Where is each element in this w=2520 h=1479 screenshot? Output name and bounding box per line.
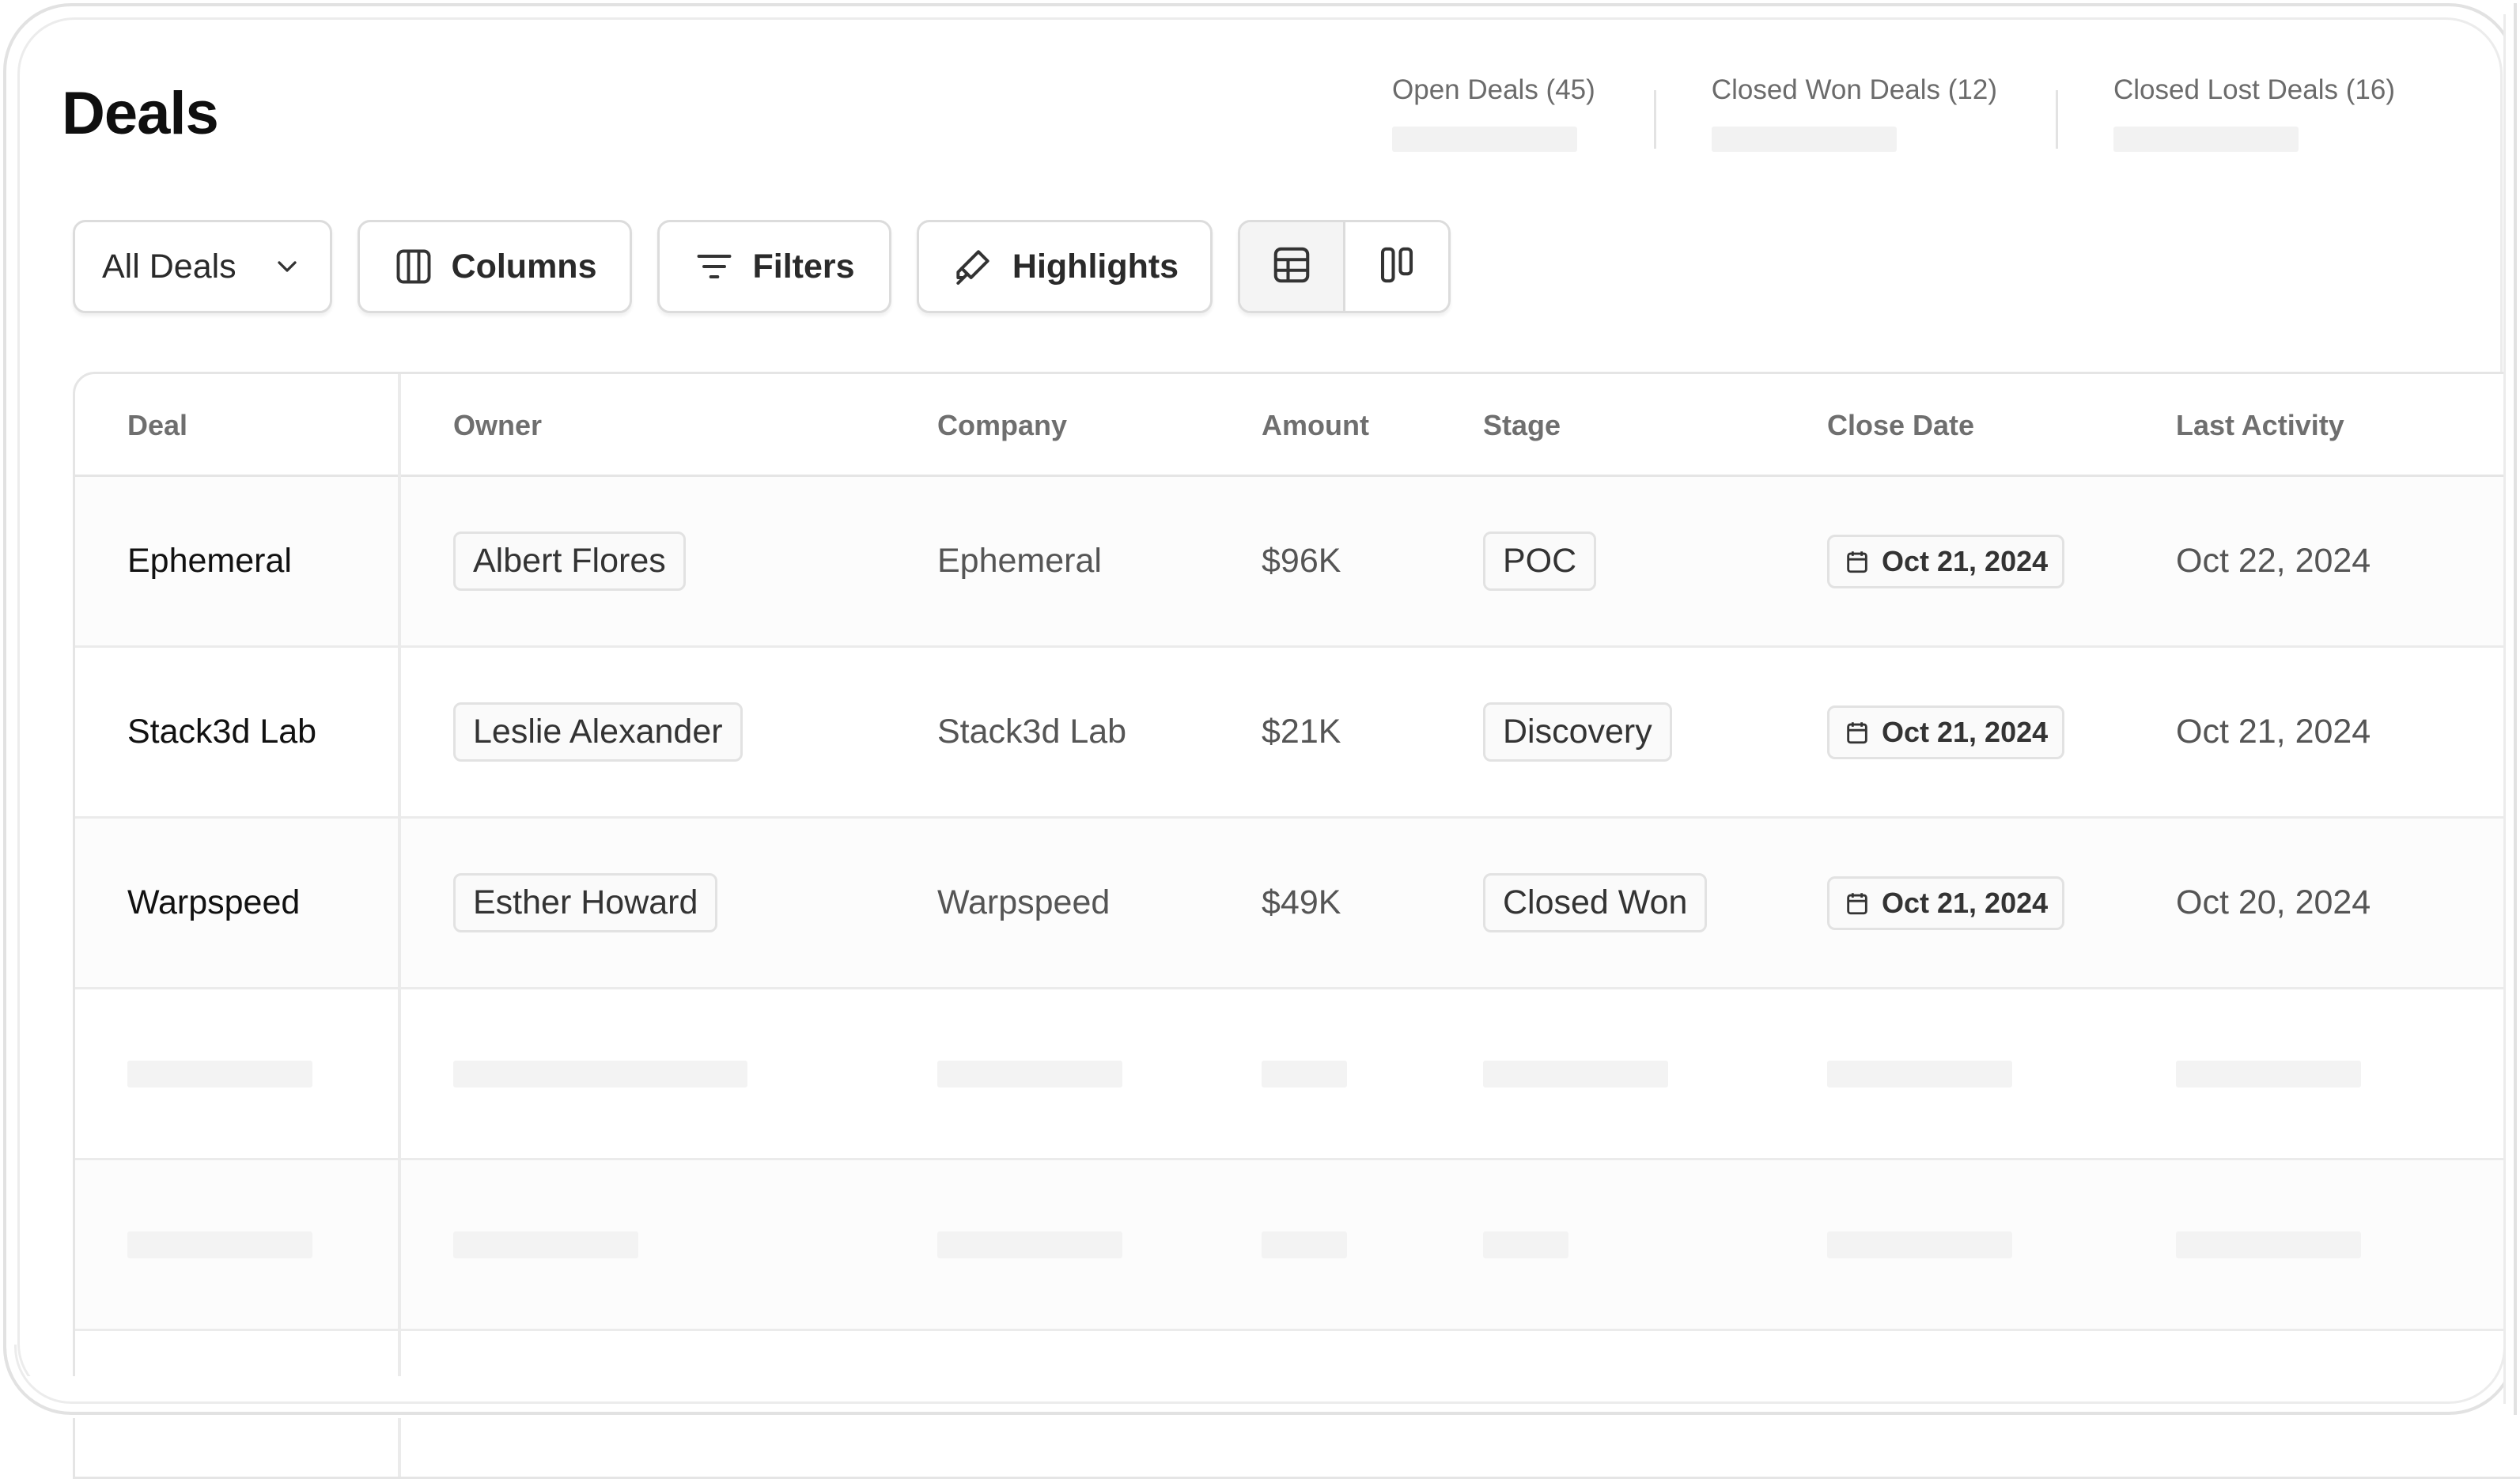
calendar-icon [1847, 721, 1867, 743]
filters-button[interactable]: Filters [657, 220, 891, 313]
skeleton-bar [937, 1060, 1122, 1088]
stat-value-skeleton [2113, 127, 2299, 152]
skeleton-bar [937, 1231, 1122, 1258]
stage-badge[interactable]: Discovery [1483, 702, 1672, 762]
stat-closed-won-deals: Closed Won Deals (12) [1711, 74, 1997, 152]
skeleton-bar [2176, 1231, 2361, 1258]
stage-badge[interactable]: POC [1483, 531, 1597, 591]
bottom-edge-mask [0, 1376, 2520, 1418]
deal-column-divider [398, 374, 401, 1477]
column-header-last-activity[interactable]: Last Activity [2176, 374, 2344, 477]
skeleton-row [75, 1160, 2520, 1331]
calendar-icon [1847, 892, 1867, 914]
stat-divider [2055, 90, 2058, 149]
deal-name[interactable]: Warpspeed [127, 819, 300, 987]
close-date-chip[interactable]: Oct 21, 2024 [1827, 705, 2065, 759]
view-select-dropdown[interactable]: All Deals [73, 220, 332, 313]
highlighter-icon [951, 244, 995, 289]
highlights-button[interactable]: Highlights [917, 220, 1213, 313]
stat-label: Closed Won Deals (12) [1711, 74, 1997, 105]
skeleton-bar [453, 1231, 638, 1258]
stat-value-skeleton [1711, 127, 1897, 152]
column-header-close-date[interactable]: Close Date [1827, 374, 1974, 477]
column-header-stage[interactable]: Stage [1483, 374, 1561, 477]
stat-closed-lost-deals: Closed Lost Deals (16) [2113, 74, 2395, 152]
column-header-owner[interactable]: Owner [453, 374, 542, 477]
skeleton-bar [1483, 1231, 1568, 1258]
skeleton-bar [1827, 1060, 2012, 1088]
skeleton-bar [1262, 1231, 1347, 1258]
stat-value-skeleton [1392, 127, 1577, 152]
skeleton-bar [1483, 1060, 1668, 1088]
last-activity-date: Oct 21, 2024 [2176, 713, 2371, 751]
table-row[interactable]: Warpspeed Esther Howard Warpspeed $49K C… [75, 819, 2520, 989]
skeleton-bar [1262, 1060, 1347, 1088]
columns-icon [393, 246, 434, 287]
column-header-amount[interactable]: Amount [1262, 374, 1369, 477]
stat-label: Open Deals (45) [1392, 74, 1595, 105]
table-row[interactable]: Stack3d Lab Leslie Alexander Stack3d Lab… [75, 648, 2520, 819]
owner-chip[interactable]: Esther Howard [453, 873, 718, 932]
stat-divider [1653, 90, 1656, 149]
last-activity-date: Oct 22, 2024 [2176, 542, 2371, 580]
filter-icon [694, 246, 735, 287]
skeleton-bar [2176, 1060, 2361, 1088]
skeleton-bar [1827, 1231, 2012, 1258]
close-date-chip[interactable]: Oct 21, 2024 [1827, 876, 2065, 930]
highlights-label: Highlights [1012, 247, 1179, 286]
toolbar: All Deals Columns Filters Highlights [73, 220, 1451, 313]
stage-badge[interactable]: Closed Won [1483, 873, 1708, 932]
last-activity-date: Oct 20, 2024 [2176, 883, 2371, 921]
company-name: Warpspeed [937, 883, 1111, 921]
right-edge-mask [2506, 0, 2520, 1418]
table-view-button[interactable] [1240, 222, 1343, 311]
kanban-view-icon [1375, 244, 1418, 290]
deal-name[interactable]: Stack3d Lab [127, 648, 316, 816]
column-header-deal[interactable]: Deal [127, 374, 187, 477]
column-header-company[interactable]: Company [937, 374, 1067, 477]
owner-chip[interactable]: Albert Flores [453, 531, 686, 591]
skeleton-bar [127, 1060, 312, 1088]
view-mode-toggle [1238, 220, 1451, 313]
close-date-text: Oct 21, 2024 [1882, 544, 2049, 577]
columns-button[interactable]: Columns [358, 220, 632, 313]
skeleton-row [75, 989, 2520, 1160]
company-name: Ephemeral [937, 542, 1102, 580]
calendar-icon [1847, 550, 1867, 573]
close-date-text: Oct 21, 2024 [1882, 715, 2049, 748]
owner-chip[interactable]: Leslie Alexander [453, 702, 743, 762]
chevron-down-icon [271, 251, 303, 282]
page-title: Deals [62, 80, 219, 147]
deal-stats: Open Deals (45) Closed Won Deals (12) Cl… [1392, 74, 2395, 152]
close-date-text: Oct 21, 2024 [1882, 886, 2049, 919]
skeleton-bar [453, 1060, 747, 1088]
deal-name[interactable]: Ephemeral [127, 477, 292, 645]
table-row[interactable]: Ephemeral Albert Flores Ephemeral $96K P… [75, 477, 2520, 648]
close-date-chip[interactable]: Oct 21, 2024 [1827, 534, 2065, 588]
kanban-view-button[interactable] [1345, 222, 1448, 311]
company-name: Stack3d Lab [937, 713, 1127, 751]
skeleton-bar [127, 1231, 312, 1258]
deals-table: Deal Owner Company Amount Stage Close Da… [73, 372, 2520, 1479]
filters-label: Filters [752, 247, 855, 286]
columns-label: Columns [451, 247, 597, 286]
deal-amount: $21K [1262, 713, 1341, 751]
view-select-value: All Deals [102, 247, 236, 286]
table-header: Deal Owner Company Amount Stage Close Da… [75, 374, 2520, 477]
deal-amount: $96K [1262, 542, 1341, 580]
table-view-icon [1270, 244, 1313, 290]
deal-amount: $49K [1262, 883, 1341, 921]
stat-open-deals: Open Deals (45) [1392, 74, 1595, 152]
stat-label: Closed Lost Deals (16) [2113, 74, 2395, 105]
